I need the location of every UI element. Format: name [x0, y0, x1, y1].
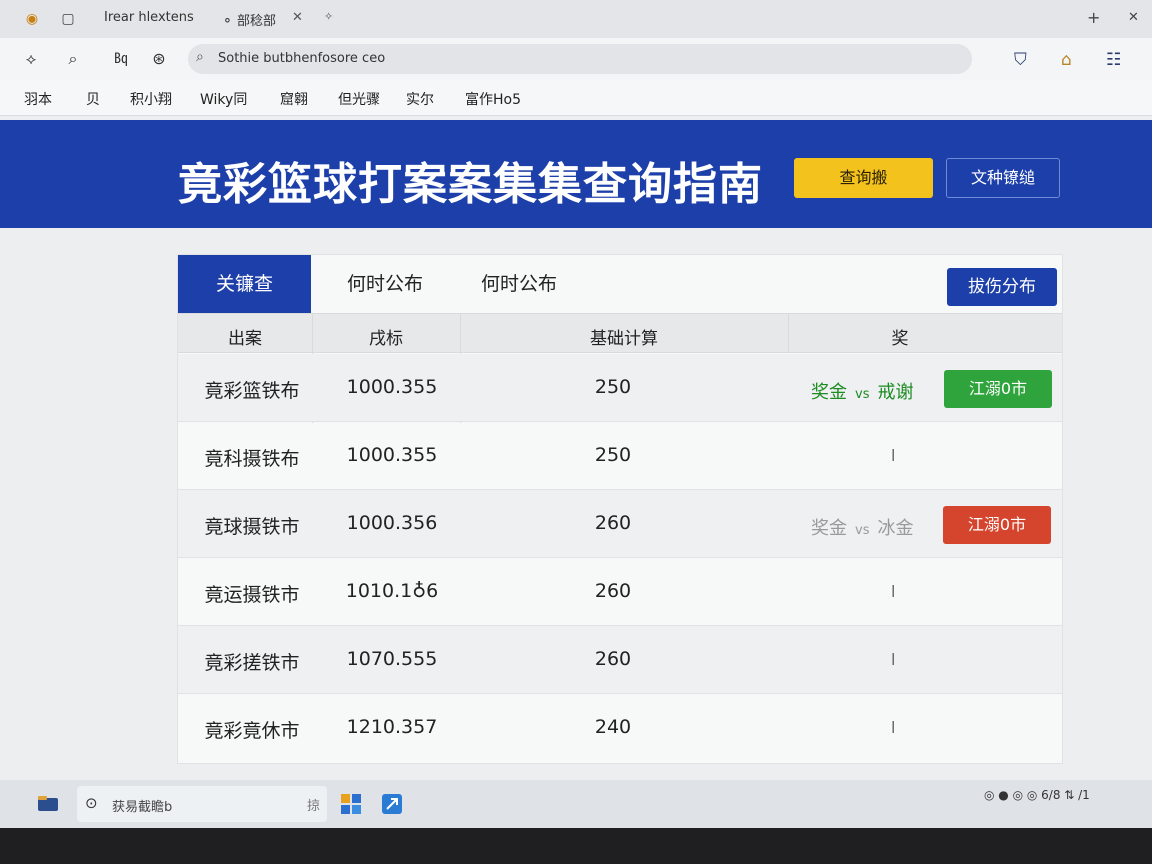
bookmark-item[interactable]: 富作Ho5 — [465, 89, 521, 109]
hero-banner: 竟彩篮球打案案集集查询指南 查询搬 文种镣缒 — [0, 120, 1152, 228]
award-pair: 奖金 vs 冰金 — [811, 514, 913, 540]
award-empty: l — [891, 650, 896, 669]
row-action-button[interactable]: 江溺0市 — [943, 506, 1051, 544]
window-close-icon[interactable]: ✕ — [1128, 10, 1139, 25]
profile-icon[interactable]: ⛉ — [1014, 50, 1027, 70]
table-row[interactable]: 竟彩竟休市 1210.357 240 l — [178, 694, 1062, 762]
bookmark-item[interactable]: 羽本 — [24, 89, 52, 109]
row-name: 竟球摄铁市 — [204, 516, 300, 538]
bookmark-item[interactable]: 窟翱 — [280, 89, 308, 109]
bookmark-item[interactable]: 但光骤 — [338, 89, 380, 109]
award-left: 奖金 — [811, 518, 847, 539]
award-right: 冰金 — [877, 518, 914, 539]
row-value: 1000.355 — [346, 444, 438, 466]
os-taskbar: ⊙ 获易截瞻b 掠 ◎ ● ◎ ◎ 6/8 ⇅ /1 — [0, 780, 1152, 828]
taskbar-search-text[interactable]: 获易截瞻b — [112, 796, 172, 815]
search-icon: ⊙ — [85, 794, 98, 812]
bookmark-item[interactable]: 积小翔 — [130, 89, 172, 109]
table-row[interactable]: 竟彩篮铁布 1000.355 250 奖金 vs 戒谢 江溺0市 — [178, 354, 1062, 422]
row-value: 1070.555 — [346, 648, 438, 670]
row-base: 250 — [594, 376, 632, 398]
tab-keyword-search[interactable]: 关镰查 — [178, 255, 311, 313]
row-base: 250 — [594, 444, 632, 466]
table-row[interactable]: 竟彩搓铁市 1070.555 260 l — [178, 626, 1062, 694]
url-search-icon: ⌕ — [196, 49, 204, 65]
menu-icon[interactable]: ☷ — [1106, 50, 1121, 70]
row-base: 260 — [594, 648, 632, 670]
row-name: 竟彩竟休市 — [204, 720, 300, 742]
award-empty: l — [891, 718, 896, 737]
tab-2-label: 部稔部 — [237, 14, 277, 29]
extension-icon[interactable]: ⊛ — [148, 48, 170, 70]
bookmark-item[interactable]: 贝 — [86, 89, 100, 109]
tab-publish-time-2[interactable]: 何时公布 — [459, 255, 579, 313]
new-tab-icon[interactable]: ✧ — [324, 10, 333, 23]
award-pair: 奖金 vs 戒谢 — [811, 378, 913, 404]
app-icon[interactable] — [380, 792, 404, 816]
row-action-button[interactable]: 江溺0市 — [944, 370, 1052, 408]
results-panel: 关镰查 何时公布 何时公布 拔伤分布 出案 戌标 基础计算 奖 竟彩篮铁布 10… — [177, 254, 1063, 764]
award-right: 戒谢 — [877, 382, 914, 403]
award-left: 奖金 — [811, 382, 847, 403]
table-row[interactable]: 竟科摄铁布 1000.355 250 l — [178, 422, 1062, 490]
url-text[interactable]: Sothie butbhenfosore ceo — [218, 51, 385, 66]
table-header: 出案 戌标 基础计算 奖 — [178, 313, 1062, 353]
column-header: 出案 — [228, 329, 262, 349]
row-name: 竟彩篮铁布 — [204, 380, 300, 402]
row-base: 240 — [594, 716, 632, 738]
row-value: 1000.355 — [346, 376, 438, 398]
row-base: 260 — [594, 580, 632, 602]
row-value: 1010.1♁6 — [345, 580, 439, 602]
tab-publish-time[interactable]: 何时公布 — [311, 255, 459, 313]
row-value: 1210.357 — [346, 716, 438, 738]
address-bar[interactable]: ⌕ Sothie butbhenfosore ceo — [188, 44, 972, 74]
row-base: 260 — [594, 512, 632, 534]
page-title: 竟彩篮球打案案集集查询指南 — [178, 159, 763, 210]
browser-logo-icon[interactable]: ◉ — [22, 9, 42, 29]
shop-icon[interactable]: ⌂ — [1061, 50, 1072, 70]
home-icon[interactable]: ⟡ — [20, 48, 42, 70]
system-tray[interactable]: ◎ ● ◎ ◎ 6/8 ⇅ /1 — [984, 788, 1090, 802]
search-icon[interactable]: ⌕ — [62, 48, 84, 70]
taskbar-search[interactable]: ⊙ 获易截瞻b 掠 — [77, 786, 327, 822]
row-value: 1000.356 — [346, 512, 438, 534]
bookmarks-bar: 羽本 贝 积小翔 Wiky同 窟翱 但光骤 实尔 富作Ho5 — [0, 80, 1152, 116]
tab-actions-icon[interactable]: ▢ — [58, 9, 78, 29]
folder-icon[interactable] — [36, 792, 60, 816]
column-divider — [788, 313, 789, 353]
table-row[interactable]: 竟运摄铁市 1010.1♁6 260 l — [178, 558, 1062, 626]
bookmark-icon[interactable]: ㏃ — [106, 48, 136, 70]
browser-nav-bar: ⟡ ⌕ ㏃ ⊛ ⌕ Sothie butbhenfosore ceo ⛉ ⌂ ☷ — [0, 38, 1152, 80]
taskbar-search-button[interactable]: 掠 — [307, 795, 320, 814]
row-name: 竟彩搓铁市 — [204, 652, 300, 674]
query-button[interactable]: 查询搬 — [794, 158, 933, 198]
window-maximize-icon[interactable]: + — [1087, 8, 1100, 27]
row-name: 竟科摄铁布 — [204, 448, 300, 470]
bookmark-item[interactable]: Wiky同 — [200, 89, 247, 109]
tab-2[interactable]: ⚬ 部稔部 — [222, 10, 276, 29]
award-empty: l — [891, 446, 896, 465]
monitor-bezel — [0, 828, 1152, 864]
award-empty: l — [891, 582, 896, 601]
row-name: 竟运摄铁市 — [204, 584, 300, 606]
tab-1[interactable]: Irear hlextens — [104, 10, 194, 25]
distribution-button[interactable]: 拔伤分布 — [947, 268, 1057, 306]
award-vs: vs — [855, 387, 870, 402]
document-button[interactable]: 文种镣缒 — [946, 158, 1060, 198]
screen: ◉ ▢ Irear hlextens ⚬ 部稔部 ✕ ✧ + ✕ ⟡ ⌕ ㏃ ⊛… — [0, 0, 1152, 864]
award-vs: vs — [855, 523, 870, 538]
browser-tab-bar: ◉ ▢ Irear hlextens ⚬ 部稔部 ✕ ✧ + ✕ — [0, 0, 1152, 38]
column-header: 戌标 — [369, 329, 403, 349]
column-header: 奖 — [891, 329, 909, 349]
bookmark-item[interactable]: 实尔 — [406, 89, 434, 109]
column-header: 基础计算 — [590, 329, 658, 349]
windows-store-icon[interactable] — [339, 792, 363, 816]
tab-close-icon[interactable]: ✕ — [292, 10, 303, 25]
table-row[interactable]: 竟球摄铁市 1000.356 260 奖金 vs 冰金 江溺0市 — [178, 490, 1062, 558]
